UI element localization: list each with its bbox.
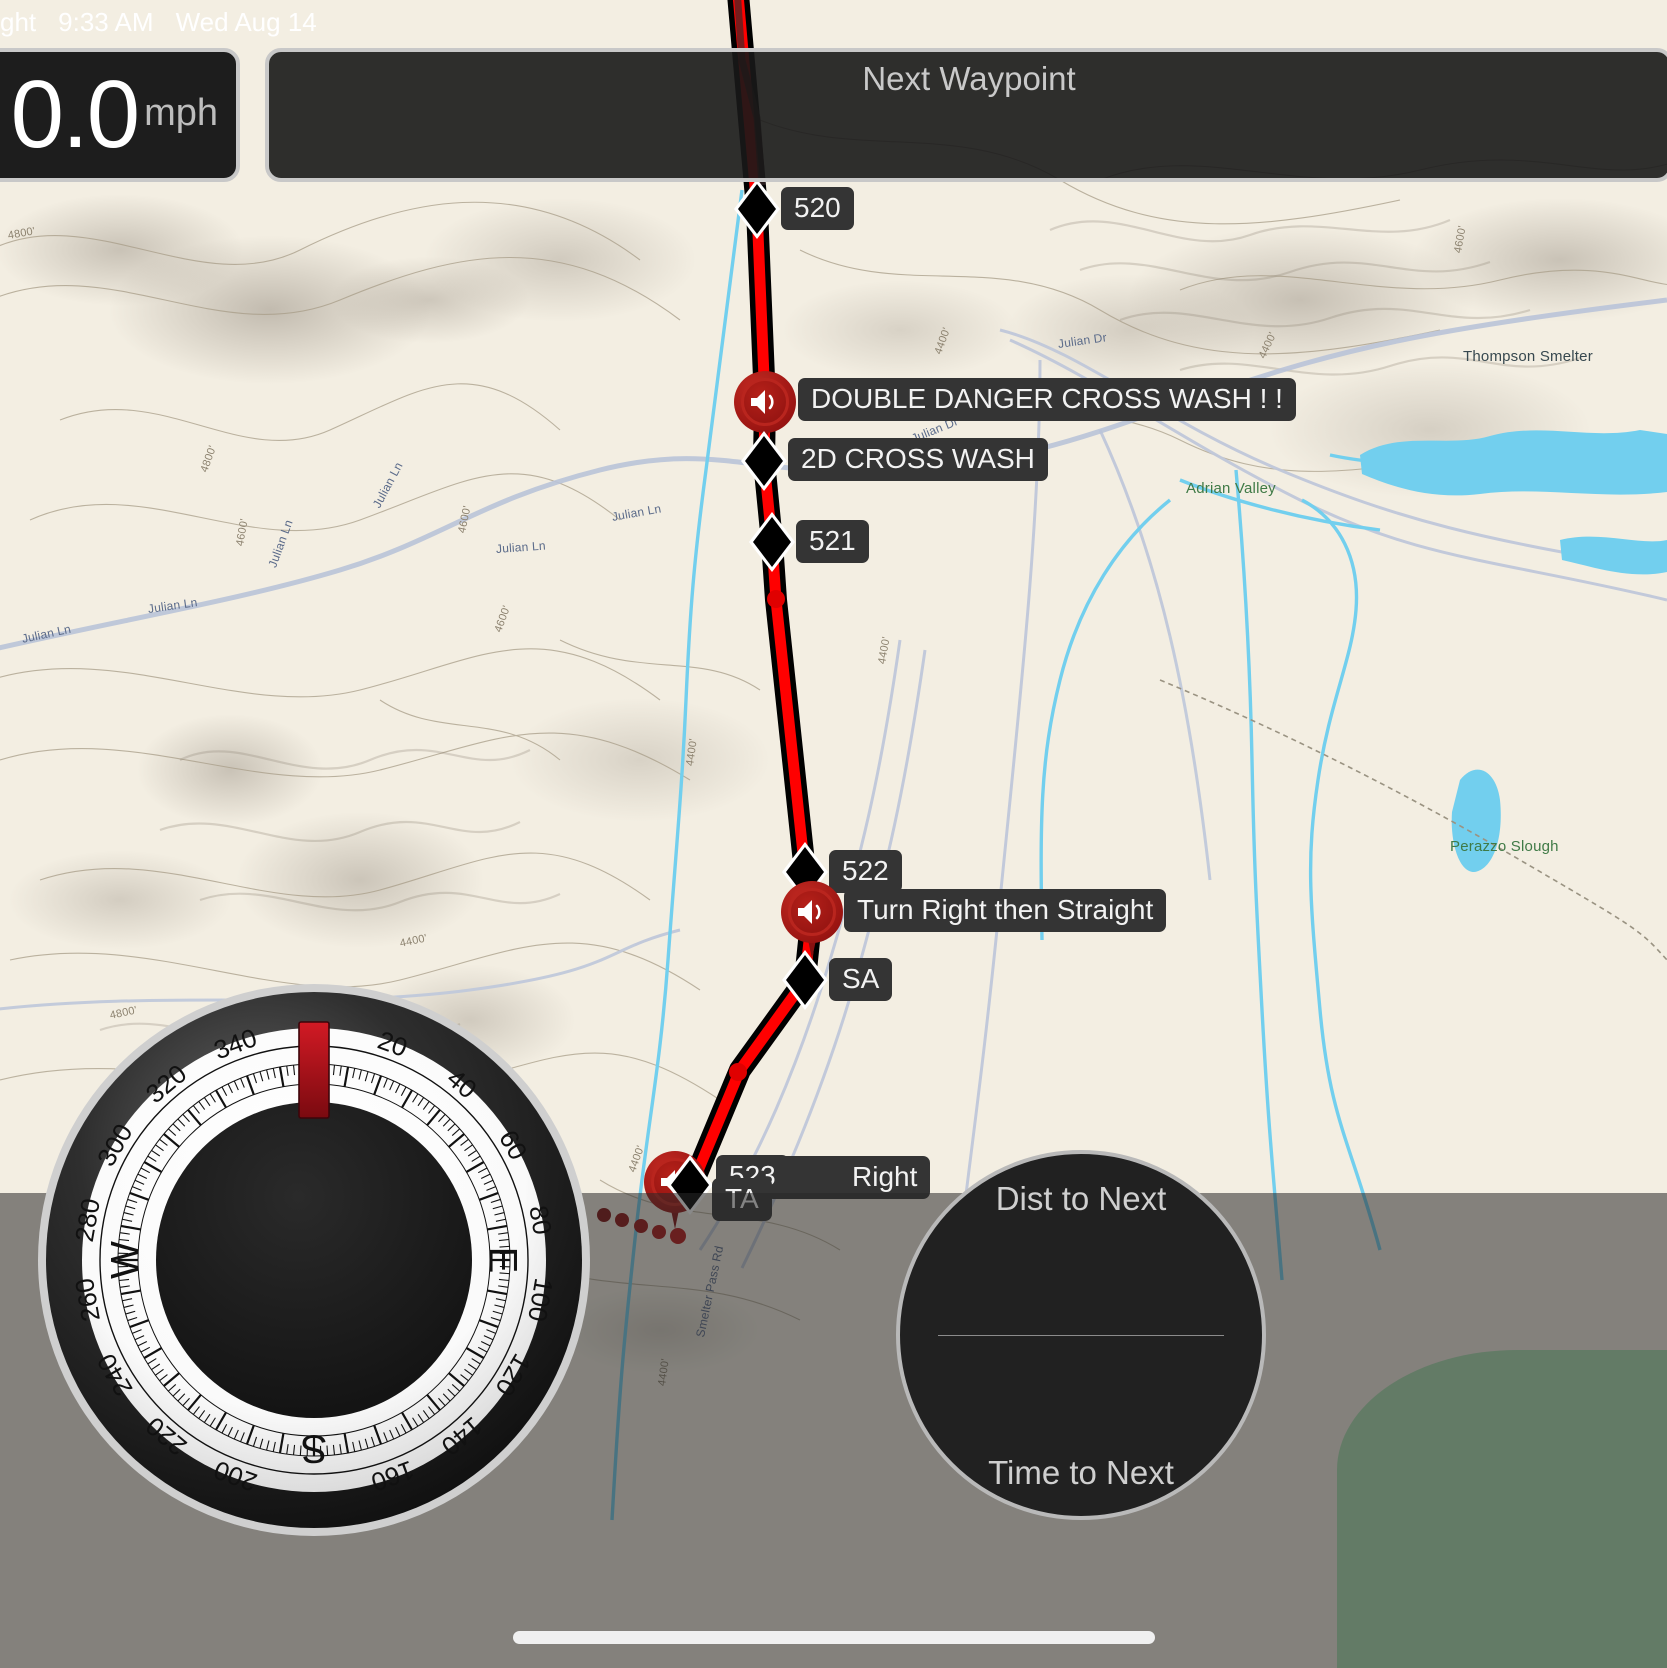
- compass-svg: 2040608010012014016020022024026028030032…: [38, 984, 590, 1536]
- map-label: Perazzo Slough: [1450, 838, 1559, 855]
- map-label: Thompson Smelter: [1463, 348, 1593, 365]
- svg-text:80: 80: [523, 1203, 558, 1237]
- waypoint-label-turn-right-then-straight: Turn Right then Straight: [844, 889, 1167, 933]
- waypoint-label-2d-cross-wash: 2D CROSS WASH: [788, 438, 1048, 482]
- speaker-pin-icon: [781, 881, 843, 959]
- water-bodies: [1360, 430, 1667, 872]
- time-to-next-label: Time to Next: [988, 1454, 1174, 1491]
- waypoint-label-sa: SA: [829, 958, 893, 1002]
- next-waypoint-title: Next Waypoint: [862, 60, 1076, 97]
- compass-heading-marker: [298, 1021, 330, 1119]
- speaker-icon: [751, 390, 774, 414]
- distance-time-gauge[interactable]: Dist to Next Time to Next: [896, 1150, 1266, 1520]
- dist-to-next-label: Dist to Next: [995, 1180, 1167, 1217]
- compass-rose[interactable]: 20 40 60 80 100 120 140 160 200 220 240 260 280 300 32…: [36, 982, 592, 1538]
- next-waypoint-panel[interactable]: Next Waypoint: [265, 48, 1667, 182]
- speed-panel[interactable]: 0.0 mph: [0, 48, 240, 182]
- ios-status-bar: ght 9:33 AM Wed Aug 14: [0, 0, 1667, 44]
- waypoint-label-520: 520: [781, 187, 854, 231]
- waypoint-label-double-danger-cross-wash: DOUBLE DANGER CROSS WASH ! !: [798, 378, 1296, 422]
- svg-text:E: E: [480, 1247, 524, 1274]
- svg-text:S: S: [301, 1426, 328, 1470]
- speed-value: 0.0: [10, 61, 140, 168]
- navigation-app-screen: Julian Ln Julian Ln Julian Ln Julian Ln Juli…: [0, 0, 1667, 1668]
- status-time: 9:33 AM: [58, 6, 154, 37]
- section-boundary: [1159, 679, 1667, 961]
- map-label: Adrian Valley: [1186, 480, 1276, 497]
- svg-text:W: W: [104, 1241, 148, 1279]
- waypoint-label-521: 521: [796, 520, 869, 564]
- speed-unit: mph: [144, 91, 218, 134]
- green-terrain-patch: [1337, 1350, 1667, 1668]
- gauge-divider: [938, 1335, 1224, 1336]
- status-app-name: ght: [0, 6, 37, 37]
- status-date: Wed Aug 14: [175, 6, 317, 37]
- home-indicator[interactable]: [512, 1631, 1155, 1644]
- speaker-icon: [798, 900, 821, 924]
